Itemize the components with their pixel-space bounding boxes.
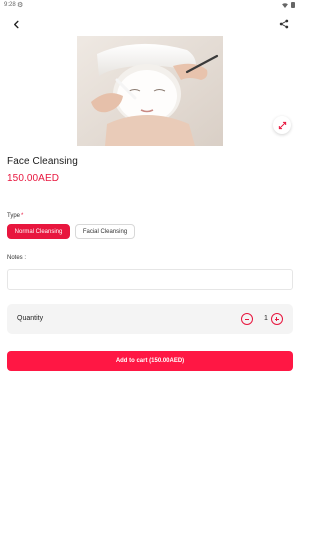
status-icons	[282, 2, 295, 8]
required-marker: *	[21, 213, 24, 219]
share-icon	[279, 19, 289, 29]
gear-icon: ⚙	[17, 2, 24, 9]
expand-arrows-icon	[278, 121, 286, 129]
status-time: 9:28	[4, 2, 16, 8]
quantity-label: Quantity	[17, 315, 44, 322]
quantity-increase-button[interactable]	[271, 313, 283, 325]
option-chip-facial-cleansing[interactable]: Facial Cleansing	[75, 224, 135, 239]
type-label: Type*	[7, 213, 23, 219]
product-title: Face Cleansing	[7, 156, 78, 167]
type-label-text: Type	[7, 213, 21, 219]
notes-label: Notes :	[7, 255, 27, 261]
product-price: 150.00AED	[7, 173, 60, 184]
option-chip-normal-cleansing[interactable]: Normal Cleansing	[7, 224, 70, 239]
quantity-card: Quantity 1	[7, 304, 293, 334]
notes-input[interactable]	[7, 269, 293, 290]
top-app-bar	[0, 12, 300, 36]
expand-image-button[interactable]	[273, 116, 291, 134]
facial-treatment-photo	[77, 36, 223, 146]
share-button[interactable]	[276, 16, 292, 32]
quantity-decrease-button[interactable]	[241, 313, 253, 325]
product-image	[77, 36, 223, 146]
add-to-cart-button[interactable]: Add to cart (150.00AED)	[7, 351, 293, 371]
battery-icon	[291, 2, 295, 8]
back-button[interactable]	[8, 16, 24, 32]
quantity-value: 1	[264, 315, 268, 322]
status-bar: 9:28 ⚙	[0, 0, 300, 12]
wifi-icon	[282, 2, 288, 8]
chevron-left-icon	[13, 20, 19, 28]
